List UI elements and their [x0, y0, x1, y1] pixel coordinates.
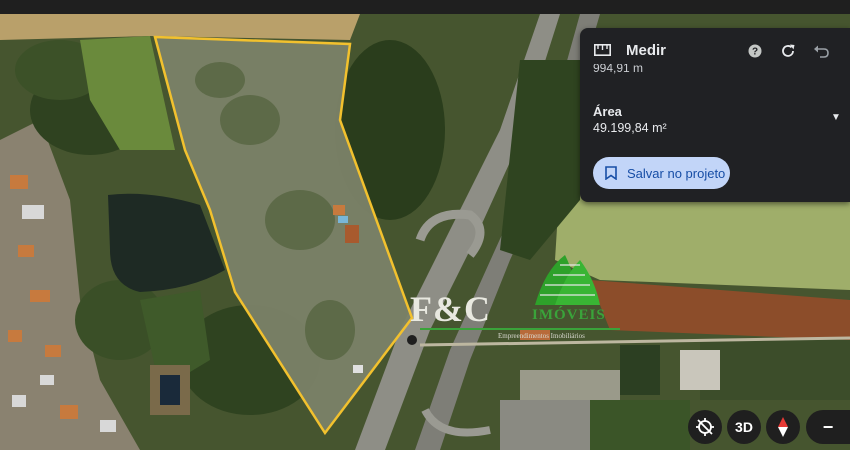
svg-text:?: ? [752, 47, 758, 58]
logo-brand: F&C [410, 289, 491, 329]
save-label: Salvar no projeto [627, 165, 726, 181]
zoom-out-button[interactable]: − [806, 410, 850, 444]
3d-button[interactable]: 3D [727, 410, 761, 444]
ruler-icon [594, 44, 611, 56]
undo-icon[interactable] [810, 40, 832, 62]
distance-value: 994,91 m [593, 64, 644, 74]
panel-title: Medir [626, 42, 667, 59]
watermark-logo: F&C IMÓVEIS Empreendimentos Imobiliários [410, 250, 625, 350]
save-to-project-button[interactable]: Salvar no projeto [593, 157, 730, 189]
logo-emblem [535, 255, 600, 305]
logo-word: IMÓVEIS [532, 307, 606, 323]
logo-tagline: Empreendimentos Imobiliários [498, 332, 585, 340]
help-icon[interactable]: ? [744, 40, 766, 62]
bookmark-icon [605, 166, 617, 180]
browser-top-bar [0, 0, 850, 14]
area-value: 49.199,84 m² [593, 121, 667, 135]
area-label: Área [593, 104, 622, 119]
compass-icon[interactable] [766, 410, 800, 444]
chevron-down-icon[interactable]: ▼ [831, 112, 841, 123]
compass-off-icon[interactable] [688, 410, 722, 444]
refresh-icon[interactable] [777, 40, 799, 62]
measure-panel: Medir ? 994,91 m Área 49.199,84 m² ▼ Sal… [580, 28, 850, 202]
logo-underline [420, 328, 620, 330]
